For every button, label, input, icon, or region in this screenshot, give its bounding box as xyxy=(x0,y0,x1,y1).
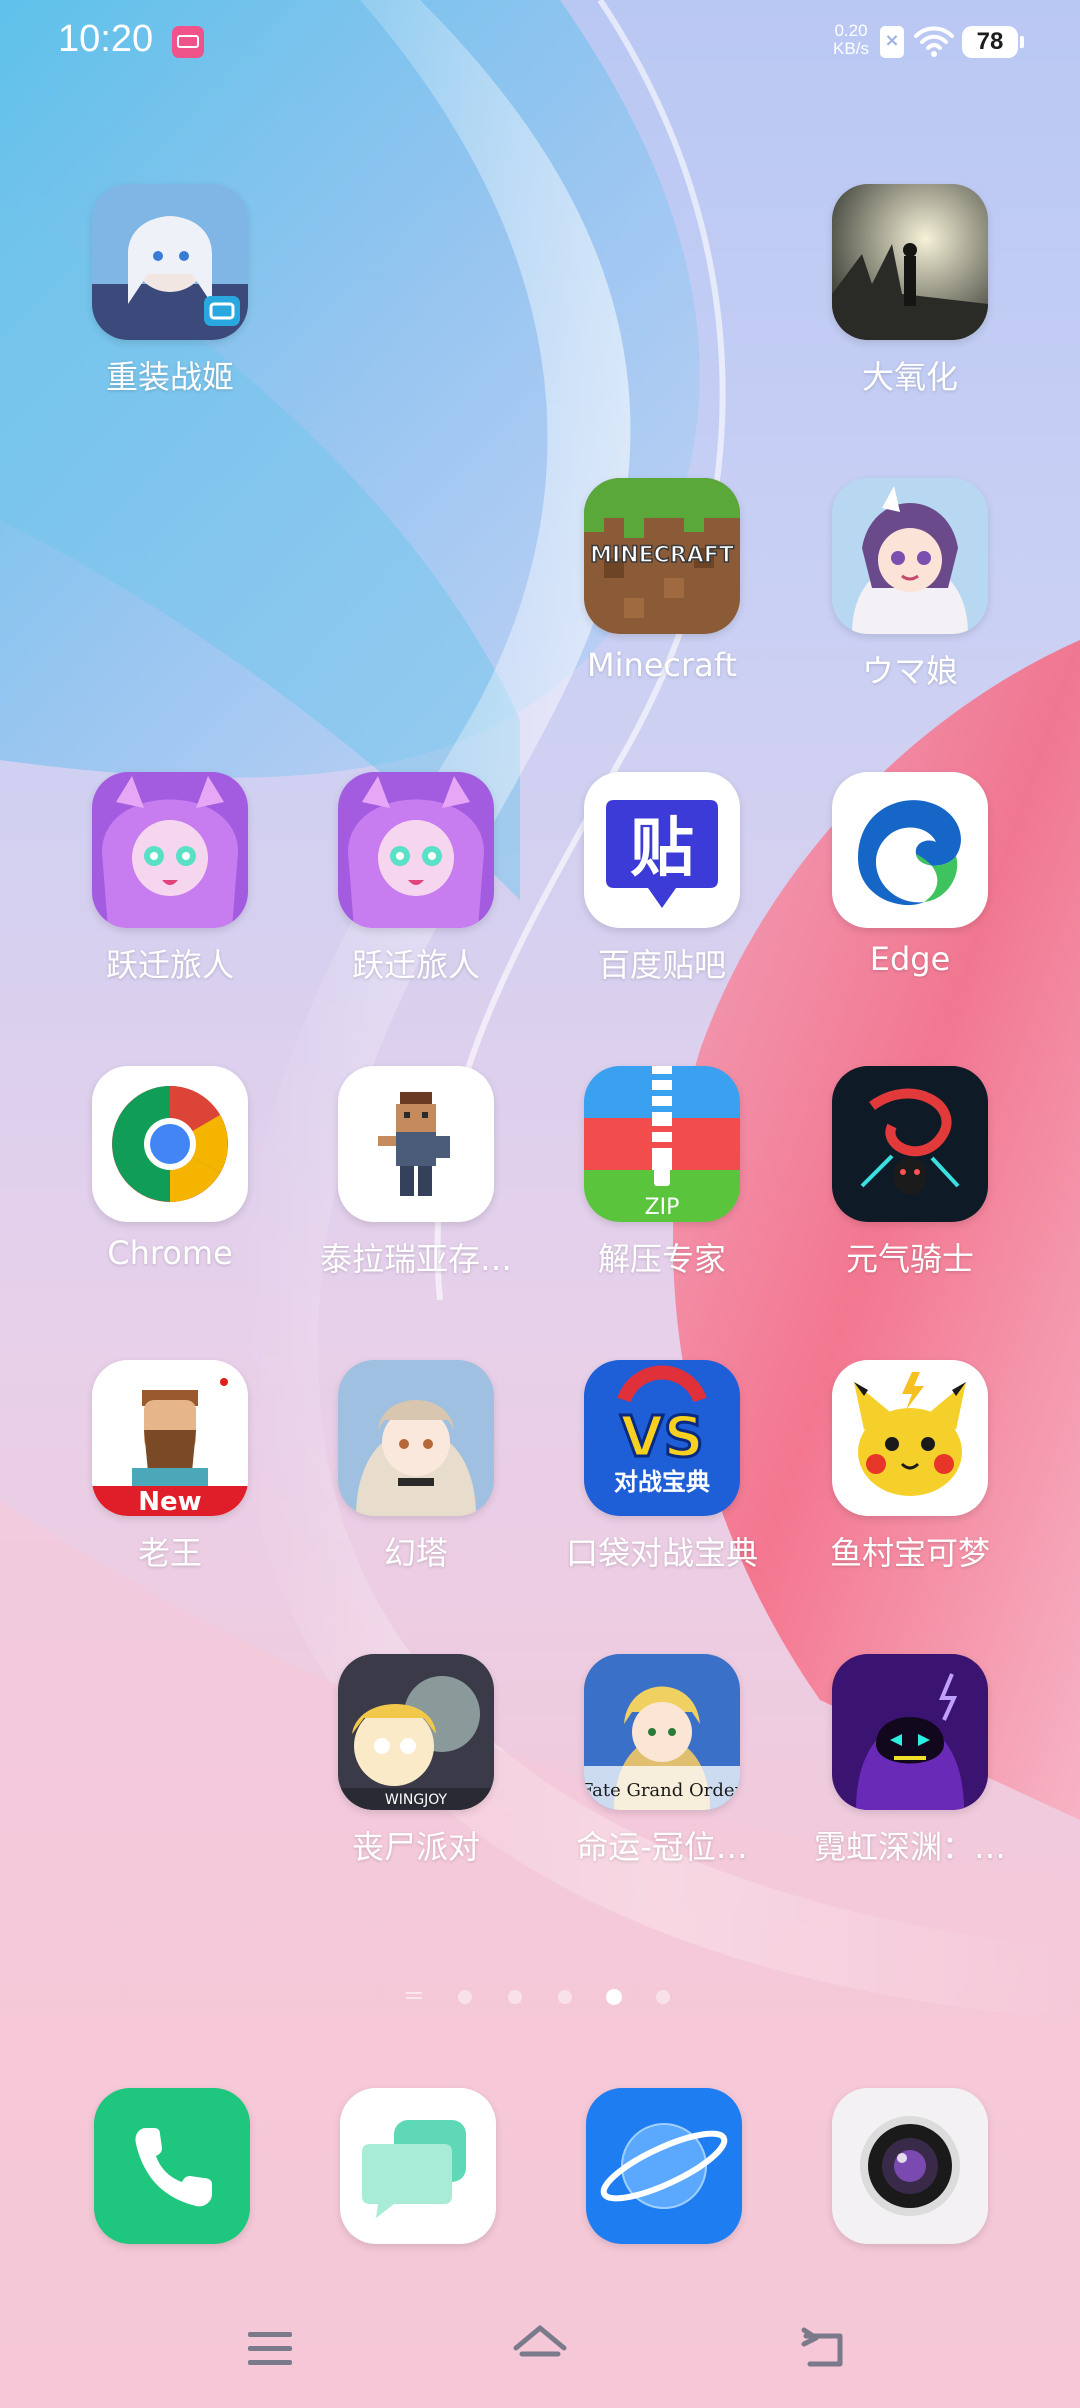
app-label: ウマ娘 xyxy=(861,652,958,690)
app-chrome[interactable]: Chrome xyxy=(60,1066,280,1286)
dock-browser[interactable] xyxy=(586,2088,742,2244)
page-dot[interactable] xyxy=(656,1990,670,2004)
app-label: 幻塔 xyxy=(383,1534,448,1572)
app-label: 老王 xyxy=(137,1534,202,1572)
dock-phone[interactable] xyxy=(94,2088,250,2244)
app-edge[interactable]: Edge xyxy=(800,772,1020,992)
notification-app-icon xyxy=(172,26,204,58)
app-yueqian-lvren-2[interactable]: 跃迁旅人 xyxy=(306,772,526,992)
app-soul-knight[interactable]: 元气骑士 xyxy=(800,1066,1020,1286)
zombie-party-icon: WINGJOY xyxy=(338,1654,494,1810)
vs-text: VS xyxy=(620,1405,704,1470)
phone-icon xyxy=(94,2088,250,2244)
new-badge-text: New xyxy=(138,1487,201,1516)
status-bar: 10:20 0.20 KB/s × 78 xyxy=(0,0,1080,84)
app-neon-abyss[interactable]: 霓虹深渊：… xyxy=(800,1654,1020,1874)
app-fate-grand-order[interactable]: Fate Grand Order 命运-冠位… xyxy=(552,1654,772,1874)
uma-musume-icon xyxy=(832,478,988,634)
dock-messages[interactable] xyxy=(340,2088,496,2244)
page-dot[interactable] xyxy=(458,1990,472,2004)
app-label: 鱼村宝可梦 xyxy=(829,1534,990,1572)
tower-of-fantasy-icon xyxy=(338,1360,494,1516)
home-icon[interactable] xyxy=(510,2318,570,2378)
app-zombie-party[interactable]: WINGJOY 丧尸派对 xyxy=(306,1654,526,1874)
app-label: 元气骑士 xyxy=(845,1240,974,1278)
vs-icon: VS 对战宝典 xyxy=(584,1360,740,1516)
app-yueqian-lvren-1[interactable]: 跃迁旅人 xyxy=(60,772,280,992)
svg-text:ZIP: ZIP xyxy=(645,1195,680,1220)
network-speed: 0.20 KB/s xyxy=(826,22,876,58)
purple-character-icon xyxy=(92,772,248,928)
silhouette-icon xyxy=(832,184,988,340)
messages-icon xyxy=(340,2088,496,2244)
clock: 10:20 xyxy=(58,18,154,60)
terraria-icon xyxy=(338,1066,494,1222)
app-fish-village-pokemon[interactable]: 鱼村宝可梦 xyxy=(800,1360,1020,1580)
svg-text:贴: 贴 xyxy=(630,812,694,886)
anime-girl-icon xyxy=(92,184,248,340)
app-tower-of-fantasy[interactable]: 幻塔 xyxy=(306,1360,526,1580)
fate-icon: Fate Grand Order xyxy=(584,1654,740,1810)
planet-browser-icon xyxy=(586,2088,742,2244)
soul-knight-icon xyxy=(832,1066,988,1222)
minecraft-icon: MINECRAFT xyxy=(584,478,740,634)
zip-icon: ZIP xyxy=(584,1066,740,1222)
svg-text:MINECRAFT: MINECRAFT xyxy=(590,543,734,568)
app-label: 重装战姬 xyxy=(105,358,234,396)
pikachu-icon xyxy=(832,1360,988,1516)
bearded-man-icon: New xyxy=(92,1360,248,1516)
app-baidu-tieba[interactable]: 贴 百度贴吧 xyxy=(552,772,772,992)
app-label: 泰拉瑞亚存… xyxy=(319,1240,512,1278)
wingjoy-text: WINGJOY xyxy=(385,1792,448,1808)
network-speed-unit: KB/s xyxy=(833,39,869,58)
app-terraria[interactable]: 泰拉瑞亚存… xyxy=(306,1066,526,1286)
app-label: Edge xyxy=(869,940,951,978)
dock-camera[interactable] xyxy=(832,2088,988,2244)
menu-icon[interactable] xyxy=(240,2318,300,2378)
page-indicator[interactable] xyxy=(400,1988,680,2008)
app-label: 跃迁旅人 xyxy=(105,946,234,984)
no-sim-icon: × xyxy=(880,26,904,58)
purple-character-icon xyxy=(338,772,494,928)
back-icon[interactable] xyxy=(796,2318,856,2378)
page-dot[interactable] xyxy=(508,1990,522,2004)
edge-icon xyxy=(832,772,988,928)
app-label: Minecraft xyxy=(586,646,738,684)
app-label: 跃迁旅人 xyxy=(351,946,480,984)
app-label: 大氧化 xyxy=(861,358,958,396)
app-zip-expert[interactable]: ZIP 解压专家 xyxy=(552,1066,772,1286)
chrome-icon xyxy=(92,1066,248,1222)
page-dot-active[interactable] xyxy=(606,1989,622,2005)
app-da-yanghua[interactable]: 大氧化 xyxy=(800,184,1020,404)
app-label: 百度贴吧 xyxy=(597,946,726,984)
app-uma-musume[interactable]: ウマ娘 xyxy=(800,478,1020,698)
app-label: 丧尸派对 xyxy=(351,1828,480,1866)
vs-subtext: 对战宝典 xyxy=(614,1468,710,1496)
app-laowang[interactable]: New 老王 xyxy=(60,1360,280,1580)
app-label: 口袋对战宝典 xyxy=(565,1534,758,1572)
app-label: 解压专家 xyxy=(597,1240,726,1278)
menu-page-indicator-icon xyxy=(406,1992,422,2004)
app-label: 命运-冠位… xyxy=(576,1828,748,1866)
wifi-icon xyxy=(914,26,954,57)
app-pocket-battle-guide[interactable]: VS 对战宝典 口袋对战宝典 xyxy=(552,1360,772,1580)
app-zhongzhuang-zhanji[interactable]: 重装战姬 xyxy=(60,184,280,404)
app-label: Chrome xyxy=(107,1234,233,1272)
tieba-icon: 贴 xyxy=(584,772,740,928)
battery-indicator: 78 xyxy=(962,26,1024,58)
app-minecraft[interactable]: MINECRAFT Minecraft xyxy=(552,478,772,698)
neon-abyss-icon xyxy=(832,1654,988,1810)
fate-logo-text: Fate Grand Order xyxy=(584,1780,740,1801)
app-label: 霓虹深渊：… xyxy=(813,1828,1006,1866)
camera-icon xyxy=(832,2088,988,2244)
network-speed-value: 0.20 xyxy=(834,21,868,40)
page-dot[interactable] xyxy=(558,1990,572,2004)
